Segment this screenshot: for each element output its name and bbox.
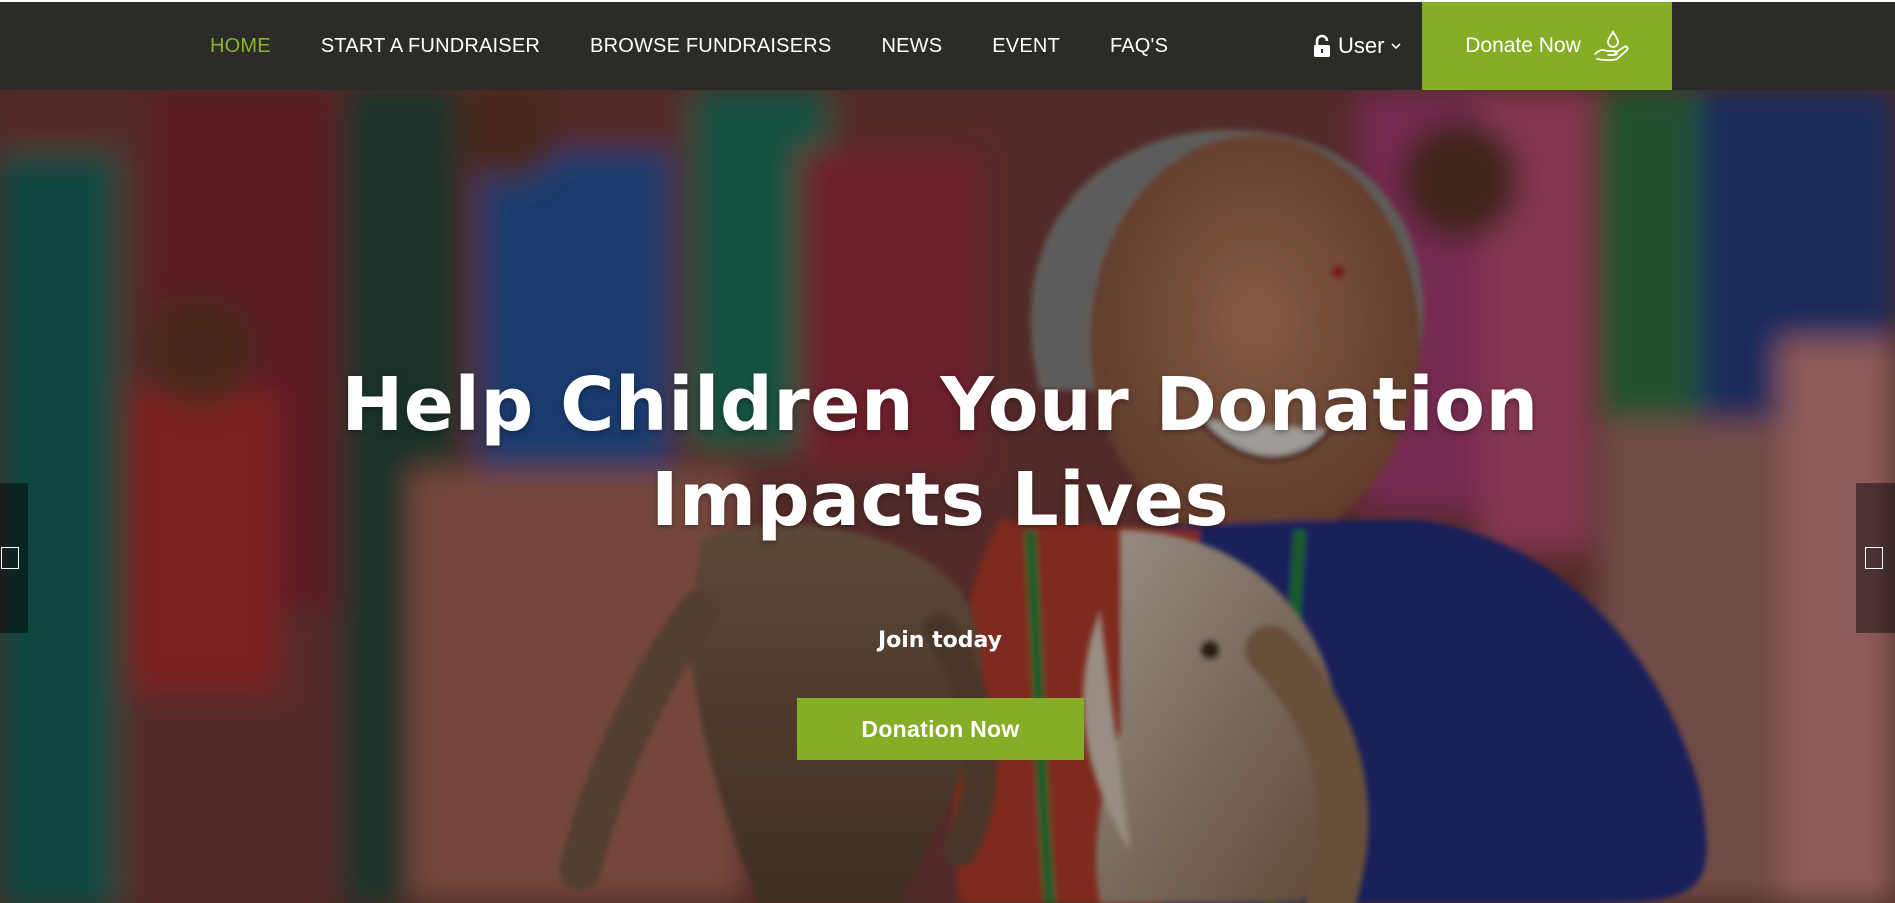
user-label: User (1338, 33, 1385, 58)
top-navbar: HOME START A FUNDRAISER BROWSE FUNDRAISE… (0, 0, 1895, 90)
main-nav: HOME START A FUNDRAISER BROWSE FUNDRAISE… (210, 2, 1218, 90)
unlock-icon (1314, 34, 1330, 57)
hero-subtitle: Join today (877, 628, 1003, 653)
chevron-down-icon (1391, 43, 1402, 50)
hero-title: Help Children Your Donation Impacts Live… (0, 358, 1880, 548)
nav-news[interactable]: NEWS (881, 35, 942, 58)
nav-event[interactable]: EVENT (992, 35, 1060, 58)
hero-title-line-1: Help Children Your Donation (341, 362, 1539, 448)
donation-now-button[interactable]: Donation Now (797, 698, 1084, 760)
donate-now-label: Donate Now (1465, 34, 1581, 57)
hero-slider: Help Children Your Donation Impacts Live… (0, 90, 1895, 903)
nav-home[interactable]: HOME (210, 35, 271, 58)
slider-next-button[interactable] (1856, 483, 1895, 633)
user-menu[interactable]: User (1312, 2, 1402, 90)
slider-next-icon (1864, 547, 1883, 569)
nav-start-fundraiser[interactable]: START A FUNDRAISER (321, 35, 540, 58)
hero-title-line-2: Impacts Lives (650, 457, 1230, 543)
nav-faqs[interactable]: FAQ'S (1110, 35, 1168, 58)
nav-browse-fundraisers[interactable]: BROWSE FUNDRAISERS (590, 35, 831, 58)
hand-drop-icon (1593, 30, 1629, 62)
slider-prev-button[interactable] (0, 483, 28, 633)
slider-prev-icon (1, 547, 19, 569)
donate-now-button[interactable]: Donate Now (1422, 2, 1672, 90)
